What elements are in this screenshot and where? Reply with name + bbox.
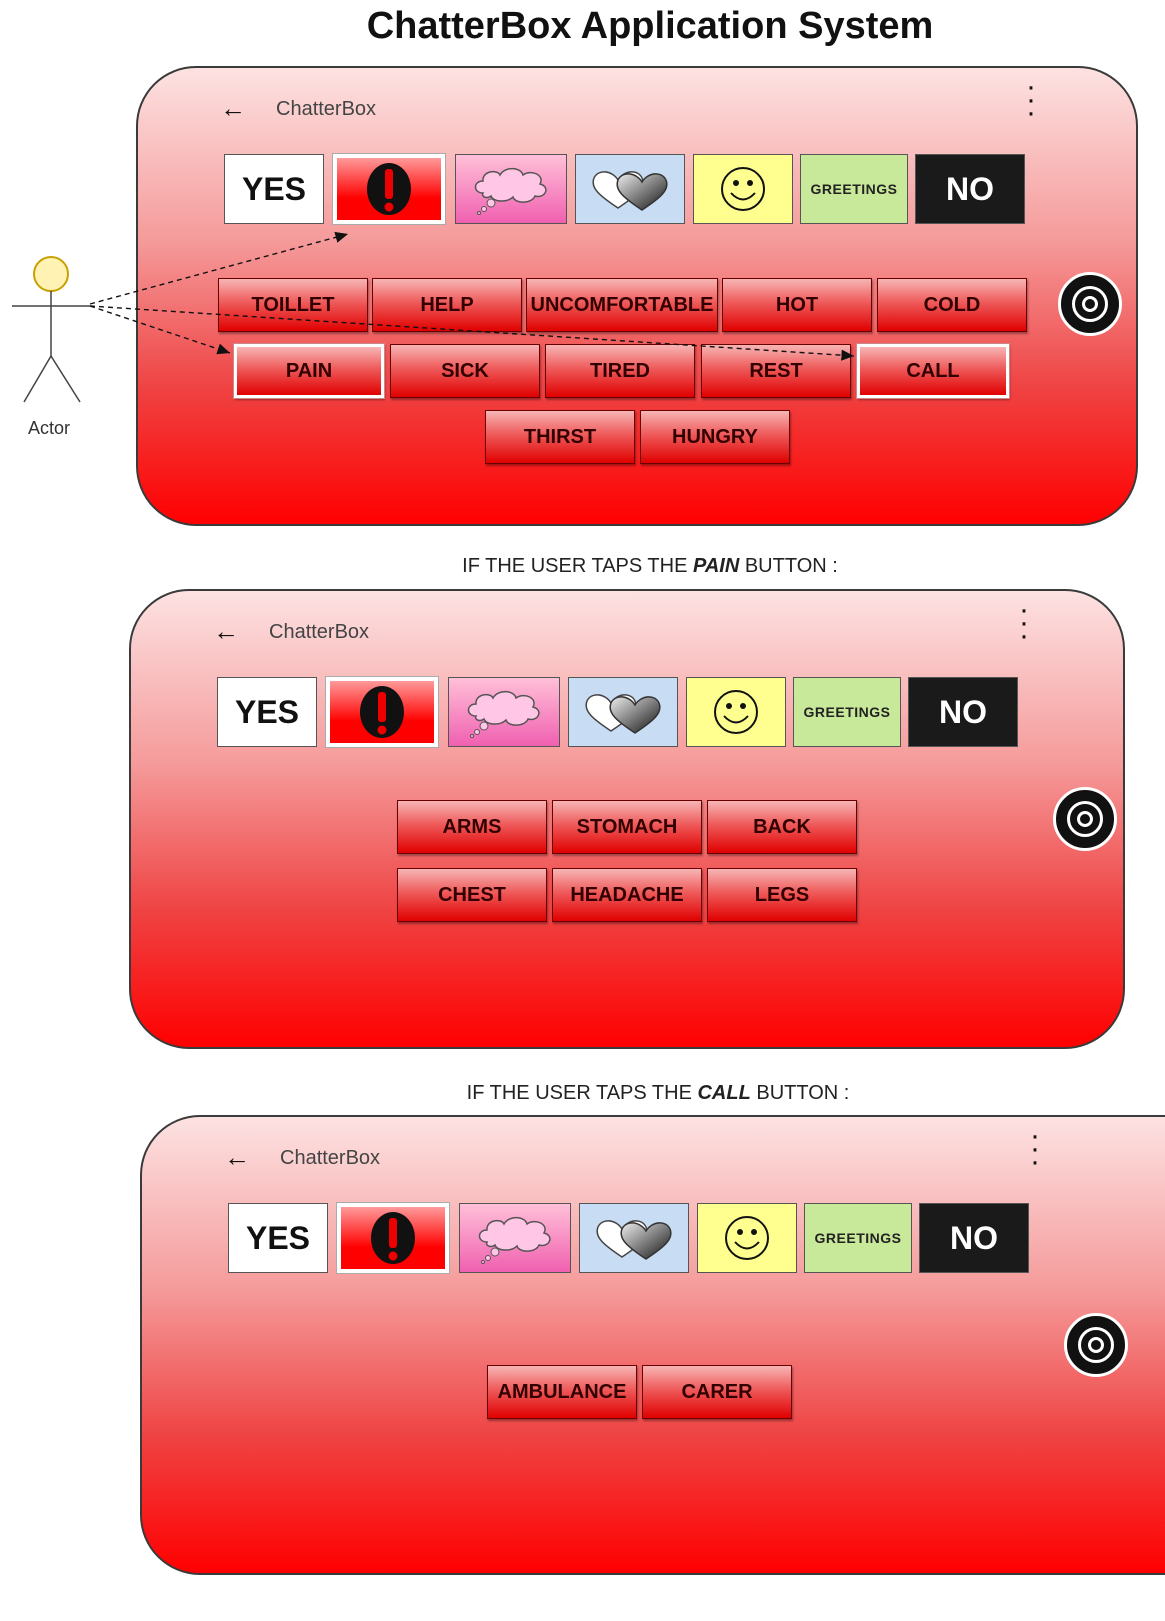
camera-icon <box>1064 1313 1128 1377</box>
caption-pain-word: PAIN <box>692 555 740 577</box>
app-bar: ← ChatterBox · · · <box>142 1117 1165 1197</box>
love-button[interactable] <box>568 677 678 747</box>
actor-label: Actor <box>28 418 71 438</box>
word-button-ambulance[interactable]: AMBULANCE <box>487 1365 637 1419</box>
caption-call: IF THE USER TAPS THE CALL BUTTON : <box>0 1082 1165 1105</box>
alert-button[interactable] <box>332 153 446 225</box>
back-arrow-icon[interactable]: ← <box>220 95 246 121</box>
alert-button[interactable] <box>325 676 439 748</box>
yes-button[interactable]: YES <box>217 677 317 747</box>
back-arrow-icon[interactable]: ← <box>213 618 239 644</box>
word-button-hot[interactable]: HOT <box>722 278 872 332</box>
caption-call-suffix: BUTTON : <box>750 1082 850 1104</box>
caption-pain-prefix: IF THE USER TAPS THE <box>462 555 693 577</box>
thinking-button[interactable] <box>455 154 567 224</box>
hearts-icon <box>596 1220 672 1260</box>
exclamation-icon <box>371 1212 415 1264</box>
thinking-button[interactable] <box>459 1203 571 1273</box>
app-title: ChatterBox <box>280 1147 381 1169</box>
happy-button[interactable] <box>686 677 786 747</box>
menu-kebab-icon[interactable]: · · · <box>1028 1121 1042 1177</box>
word-button-uncomfortable[interactable]: UNCOMFORTABLE <box>526 278 718 332</box>
word-button-toillet[interactable]: TOILLET <box>218 278 368 332</box>
yes-button[interactable]: YES <box>228 1203 328 1273</box>
app-bar: ← ChatterBox · · · <box>138 68 1136 148</box>
word-button-carer[interactable]: CARER <box>642 1365 792 1419</box>
thought-cloud-icon <box>474 167 547 215</box>
greetings-button[interactable]: GREETINGS <box>800 154 908 224</box>
thinking-button[interactable] <box>448 677 560 747</box>
actor-figure <box>12 256 90 403</box>
phone-screen-call: ← ChatterBox · · · YES GREETINGS NO AMBULA… <box>140 1115 1165 1575</box>
word-button-arms[interactable]: ARMS <box>397 800 547 854</box>
exclamation-icon <box>360 686 404 738</box>
app-bar: ← ChatterBox · · · <box>131 591 1123 671</box>
smiley-icon <box>725 1216 769 1260</box>
love-button[interactable] <box>579 1203 689 1273</box>
caption-pain-suffix: BUTTON : <box>739 555 838 577</box>
love-button[interactable] <box>575 154 685 224</box>
diagram-title: ChatterBox Application System <box>366 5 934 47</box>
no-button[interactable]: NO <box>915 154 1025 224</box>
happy-button[interactable] <box>693 154 793 224</box>
back-arrow-icon[interactable]: ← <box>224 1144 250 1170</box>
camera-icon <box>1053 787 1117 851</box>
thought-cloud-icon <box>467 690 540 738</box>
greetings-button[interactable]: GREETINGS <box>793 677 901 747</box>
hearts-icon <box>585 694 661 734</box>
smiley-icon <box>714 690 758 734</box>
word-button-sick[interactable]: SICK <box>390 344 540 398</box>
no-button[interactable]: NO <box>908 677 1018 747</box>
yes-button[interactable]: YES <box>224 154 324 224</box>
camera-icon <box>1058 272 1122 336</box>
alert-button[interactable] <box>336 1202 450 1274</box>
word-button-hungry[interactable]: HUNGRY <box>640 410 790 464</box>
word-button-cold[interactable]: COLD <box>877 278 1027 332</box>
no-button[interactable]: NO <box>919 1203 1029 1273</box>
greetings-button[interactable]: GREETINGS <box>804 1203 912 1273</box>
word-button-call[interactable]: CALL <box>856 343 1010 399</box>
word-button-help[interactable]: HELP <box>372 278 522 332</box>
word-button-legs[interactable]: LEGS <box>707 868 857 922</box>
word-button-pain[interactable]: PAIN <box>233 343 385 399</box>
caption-pain: IF THE USER TAPS THE PAIN BUTTON : <box>0 555 1165 578</box>
word-button-tired[interactable]: TIRED <box>545 344 695 398</box>
word-button-stomach[interactable]: STOMACH <box>552 800 702 854</box>
app-title: ChatterBox <box>269 621 370 643</box>
word-button-rest[interactable]: REST <box>701 344 851 398</box>
phone-screen-pain: ← ChatterBox · · · YES GREETINGS NO ARMS S… <box>129 589 1125 1049</box>
menu-kebab-icon[interactable]: · · · <box>1017 595 1031 651</box>
thought-cloud-icon <box>478 1216 551 1264</box>
app-title: ChatterBox <box>276 98 377 120</box>
phone-screen-main: ← ChatterBox · · · YES GREETINGS NO TOILLE… <box>136 66 1138 526</box>
smiley-icon <box>721 167 765 211</box>
exclamation-icon <box>367 163 411 215</box>
menu-kebab-icon[interactable]: · · · <box>1024 72 1038 128</box>
caption-call-word: CALL <box>697 1082 751 1104</box>
word-button-headache[interactable]: HEADACHE <box>552 868 702 922</box>
happy-button[interactable] <box>697 1203 797 1273</box>
hearts-icon <box>592 171 668 211</box>
word-button-back[interactable]: BACK <box>707 800 857 854</box>
caption-call-prefix: IF THE USER TAPS THE <box>466 1082 698 1104</box>
word-button-thirst[interactable]: THIRST <box>485 410 635 464</box>
word-button-chest[interactable]: CHEST <box>397 868 547 922</box>
